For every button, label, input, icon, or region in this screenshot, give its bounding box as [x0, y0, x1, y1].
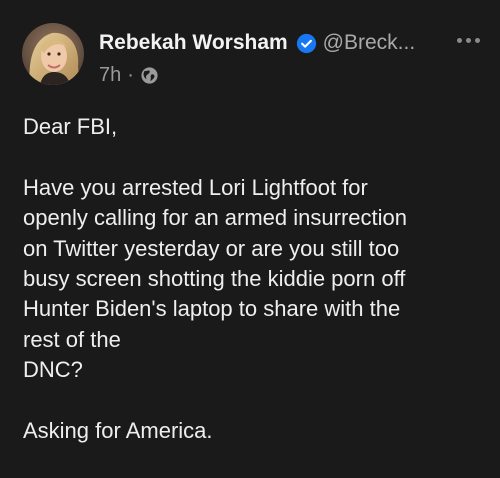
- author-display-name[interactable]: Rebekah Worsham: [99, 30, 288, 56]
- more-dot-icon: [457, 38, 462, 43]
- more-dot-icon: [475, 38, 480, 43]
- more-dot-icon: [466, 38, 471, 43]
- more-options-icon[interactable]: [457, 38, 480, 43]
- author-handle[interactable]: @Breck...: [323, 30, 416, 56]
- post-body-text: Dear FBI, Have you arrested Lori Lightfo…: [23, 114, 407, 444]
- meta-separator: ·: [127, 64, 134, 86]
- globe-icon: [140, 66, 159, 85]
- profile-photo-icon: [22, 23, 84, 85]
- post-timestamp[interactable]: 7h: [99, 63, 121, 87]
- post-meta: 7h ·: [99, 63, 159, 87]
- author-avatar[interactable]: [22, 23, 84, 85]
- post-header: Rebekah Worsham @Breck...: [99, 30, 415, 56]
- post-card: Rebekah Worsham @Breck... 7h · Dear FBI,…: [0, 0, 500, 478]
- verified-badge-icon: [296, 33, 317, 54]
